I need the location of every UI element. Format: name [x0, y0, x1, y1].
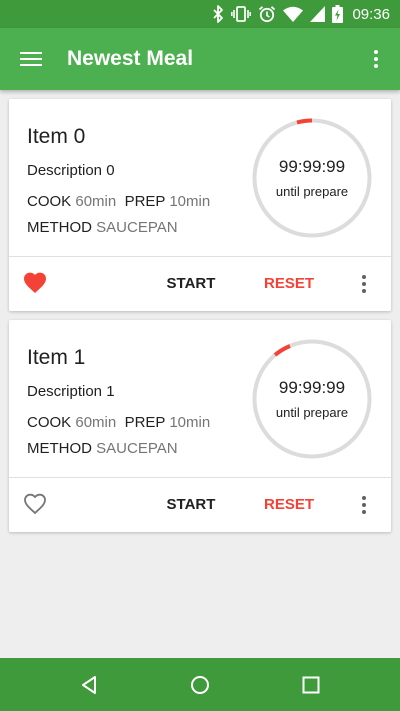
more-vert-icon[interactable]: [356, 491, 372, 519]
start-button[interactable]: START: [159, 489, 223, 521]
prep-value: 10min: [169, 414, 211, 431]
back-icon[interactable]: [74, 670, 104, 700]
method-row: METHOD SAUCEPAN: [27, 219, 178, 236]
signal-icon: [310, 6, 326, 22]
countdown-timer: 99:99:99 until prepare: [252, 118, 372, 238]
timer-ring: [252, 118, 372, 238]
recipe-title: Item 0: [27, 125, 86, 148]
cook-value: 60min: [75, 193, 117, 210]
reset-button[interactable]: RESET: [257, 489, 321, 521]
card-actions: START RESET: [9, 478, 391, 532]
reset-button[interactable]: RESET: [257, 268, 321, 300]
recipe-description: Description 1: [27, 383, 115, 400]
timer-ring: [252, 339, 372, 459]
countdown-timer: 99:99:99 until prepare: [252, 339, 372, 459]
timer-time: 99:99:99: [278, 378, 346, 397]
timer-label: until prepare: [275, 184, 349, 199]
cook-label: COOK: [27, 193, 72, 210]
recents-icon[interactable]: [296, 670, 326, 700]
status-icons: 09:36: [212, 0, 390, 28]
method-label: METHOD: [27, 440, 92, 457]
prep-label: PREP: [124, 193, 166, 210]
navigation-bar: [0, 658, 400, 711]
cook-prep-row: COOK 60min PREP 10min: [27, 193, 210, 210]
more-vert-icon[interactable]: [356, 270, 372, 298]
method-row: METHOD SAUCEPAN: [27, 440, 178, 457]
cook-prep-row: COOK 60min PREP 10min: [27, 414, 210, 431]
cook-label: COOK: [27, 414, 72, 431]
heart-outline-icon[interactable]: [23, 493, 49, 517]
prep-value: 10min: [169, 193, 211, 210]
page-title: Newest Meal: [67, 47, 194, 70]
vibrate-icon: [231, 6, 252, 22]
timer-label: until prepare: [275, 405, 349, 420]
alarm-icon: [259, 6, 276, 23]
card-actions: START RESET: [9, 257, 391, 311]
method-value: SAUCEPAN: [96, 440, 178, 457]
app-bar: Newest Meal: [0, 28, 400, 90]
start-button[interactable]: START: [159, 268, 223, 300]
prep-label: PREP: [124, 414, 166, 431]
menu-icon[interactable]: [14, 45, 48, 73]
status-bar: 09:36: [0, 0, 400, 28]
home-icon[interactable]: [185, 670, 215, 700]
cook-value: 60min: [75, 414, 117, 431]
heart-filled-icon[interactable]: [23, 272, 49, 296]
status-time: 09:36: [352, 5, 390, 23]
recipe-card: Item 0 Description 0 COOK 60min PREP 10m…: [9, 99, 391, 311]
recipe-card: Item 1 Description 1 COOK 60min PREP 10m…: [9, 320, 391, 532]
bluetooth-icon: [213, 5, 224, 23]
method-label: METHOD: [27, 219, 92, 236]
wifi-icon: [283, 6, 304, 22]
timer-time: 99:99:99: [278, 157, 346, 176]
recipe-title: Item 1: [27, 346, 86, 369]
battery-icon: [332, 5, 344, 23]
overflow-menu-icon[interactable]: [366, 45, 386, 73]
recipe-description: Description 0: [27, 162, 115, 179]
method-value: SAUCEPAN: [96, 219, 178, 236]
